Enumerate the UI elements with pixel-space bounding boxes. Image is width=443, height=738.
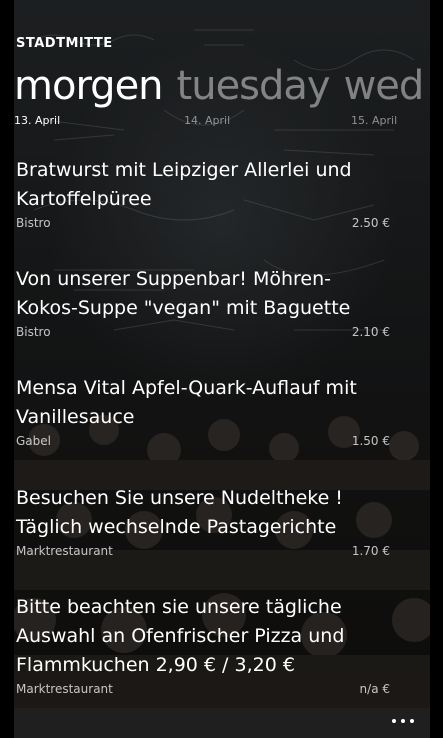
menu-item[interactable]: Bitte beachten sie unsere tägliche Auswa… — [16, 593, 390, 698]
menu-item-meta: Gabel 1.50 € — [16, 434, 390, 450]
menu-item-location: Bistro — [16, 216, 51, 230]
date-label: 15. April — [351, 114, 398, 127]
menu-item-meta: Marktrestaurant 1.70 € — [16, 544, 390, 560]
menu-item-price: 2.50 € — [351, 216, 390, 230]
menu-item[interactable]: Von unserer Suppenbar! Möhren- Kokos-Sup… — [16, 265, 390, 341]
menu-item-name-line: Täglich wechselnde Pastagerichte — [16, 516, 337, 538]
menu-item-meta: Bistro 2.50 € — [16, 216, 390, 232]
menu-item-name-line: Kokos-Suppe "vegan" mit Baguette — [16, 297, 351, 319]
menu-item-name-line: Auswahl an Ofenfrischer Pizza und — [16, 625, 345, 647]
pivot-tab-tuesday[interactable]: tuesday — [177, 63, 331, 109]
menu-item-name-line: Bratwurst mit Leipziger Allerlei und — [16, 159, 352, 181]
menu-item-meta: Marktrestaurant n/a € — [16, 682, 390, 698]
menu-item-location: Marktrestaurant — [16, 682, 113, 696]
menu-item-name: Bratwurst mit Leipziger Allerlei und Kar… — [16, 156, 388, 214]
menu-item[interactable]: Bratwurst mit Leipziger Allerlei und Kar… — [16, 156, 390, 232]
pivot-tab-wednesday[interactable]: wed — [344, 63, 425, 109]
page-title: STADTMITTE — [16, 36, 113, 51]
menu-item-price: 1.50 € — [351, 434, 390, 448]
menu-item-location: Marktrestaurant — [16, 544, 113, 558]
pivot-dates: 13. April 14. April 15. April — [0, 114, 416, 132]
menu-item-name-line: Vanillesauce — [16, 406, 135, 428]
menu-item[interactable]: Mensa Vital Apfel-Quark-Auflauf mit Vani… — [16, 374, 390, 450]
menu-item-price: 2.10 € — [351, 325, 390, 339]
menu-item[interactable]: Besuchen Sie unsere Nudeltheke ! Täglich… — [16, 484, 390, 560]
menu-item-price: n/a € — [359, 682, 390, 696]
ellipsis-icon[interactable] — [392, 718, 414, 724]
menu-item-name-line: Mensa Vital Apfel-Quark-Auflauf mit — [16, 377, 357, 399]
menu-item-name: Mensa Vital Apfel-Quark-Auflauf mit Vani… — [16, 374, 388, 432]
app-bar — [14, 708, 430, 738]
pivot-tab-morgen[interactable]: morgen — [14, 63, 164, 109]
menu-item-name-line: Kartoffelpüree — [16, 188, 152, 210]
date-label: 13. April — [14, 114, 61, 127]
menu-item-name-line: Von unserer Suppenbar! Möhren- — [16, 268, 332, 290]
menu-item-name-line: Besuchen Sie unsere Nudeltheke ! — [16, 487, 343, 509]
menu-item-name-line: Bitte beachten sie unsere tägliche — [16, 596, 342, 618]
date-label: 14. April — [184, 114, 231, 127]
menu-item-price: 1.70 € — [351, 544, 390, 558]
menu-item-name-line: Flammkuchen 2,90 € / 3,20 € — [16, 654, 295, 676]
menu-item-meta: Bistro 2.10 € — [16, 325, 390, 341]
menu-item-location: Gabel — [16, 434, 51, 448]
pivot-header: morgen tuesday wed — [14, 60, 437, 112]
phone-frame: STADTMITTE morgen tuesday wed 13. April 14… — [0, 0, 443, 738]
menu-item-name: Von unserer Suppenbar! Möhren- Kokos-Sup… — [16, 265, 388, 323]
menu-item-name: Besuchen Sie unsere Nudeltheke ! Täglich… — [16, 484, 388, 542]
menu-item-name: Bitte beachten sie unsere tägliche Auswa… — [16, 593, 388, 680]
menu-item-location: Bistro — [16, 325, 51, 339]
